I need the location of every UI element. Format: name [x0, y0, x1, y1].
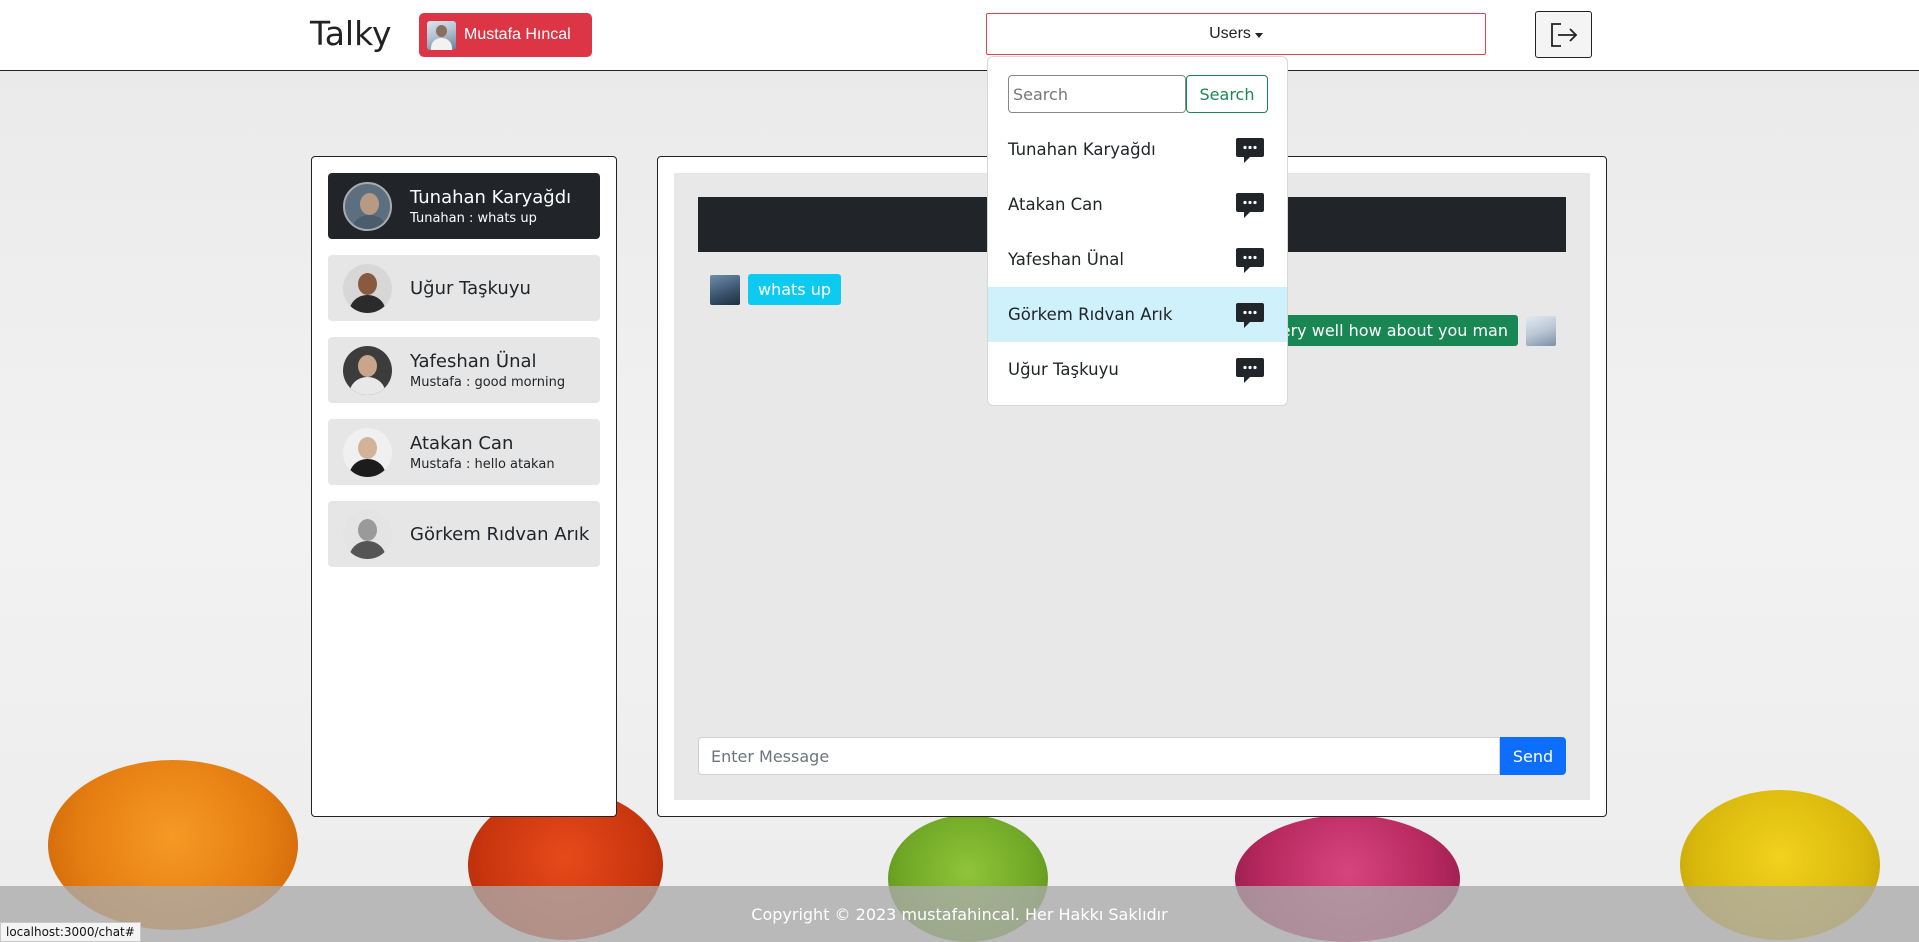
conversation-item-active[interactable]: Tunahan Karyağdı Tunahan : whats up: [328, 173, 600, 239]
user-item-name: Tunahan Karyağdı: [1008, 140, 1156, 159]
chat-bubble-icon[interactable]: [1235, 245, 1265, 275]
message-input[interactable]: [698, 737, 1500, 775]
user-item[interactable]: Tunahan Karyağdı: [988, 122, 1287, 177]
avatar: [343, 263, 392, 313]
user-item-name: Atakan Can: [1008, 195, 1103, 214]
user-item-name: Görkem Rıdvan Arık: [1008, 305, 1173, 324]
caret-down-icon: [1254, 32, 1263, 38]
conversation-last-message: Mustafa : hello atakan: [410, 456, 555, 472]
conversation-item[interactable]: Yafeshan Ünal Mustafa : good morning: [328, 337, 600, 403]
message-bubble: whats up: [748, 274, 842, 305]
user-item-highlighted[interactable]: Görkem Rıdvan Arık: [988, 287, 1287, 342]
users-toggle-label: Users: [1209, 25, 1251, 42]
footer: Copyright © 2023 mustafahincal. Her Hakk…: [0, 886, 1919, 942]
logout-icon: [1550, 22, 1577, 47]
conversation-last-message: Mustafa : good morning: [410, 374, 566, 390]
avatar: [343, 345, 392, 395]
chat-bubble-icon[interactable]: [1235, 300, 1265, 330]
conversation-name: Görkem Rıdvan Arık: [410, 523, 590, 545]
user-item-name: Yafeshan Ünal: [1008, 250, 1124, 269]
message-incoming: whats up: [710, 274, 842, 305]
logout-button[interactable]: [1535, 11, 1592, 58]
conversation-name: Atakan Can: [410, 432, 514, 454]
users-dropdown-toggle[interactable]: Users: [986, 13, 1486, 55]
footer-copyright: Copyright © 2023 mustafahincal. Her Hakk…: [751, 904, 1168, 924]
avatar: [343, 427, 392, 477]
message-bubble: ery well how about you man: [1270, 315, 1518, 346]
chat-bubble-icon[interactable]: [1235, 355, 1265, 385]
brand-logo[interactable]: Talky: [310, 14, 392, 53]
current-user-button[interactable]: Mustafa Hıncal: [419, 13, 592, 57]
user-search-button[interactable]: Search: [1186, 75, 1268, 113]
conversation-list: Tunahan Karyağdı Tunahan : whats up Uğur…: [311, 156, 617, 817]
user-item[interactable]: Atakan Can: [988, 177, 1287, 232]
conversation-item[interactable]: Atakan Can Mustafa : hello atakan: [328, 419, 600, 485]
conversation-name: Uğur Taşkuyu: [410, 277, 531, 299]
avatar: [710, 274, 740, 305]
chat-bubble-icon[interactable]: [1235, 135, 1265, 165]
send-button[interactable]: Send: [1500, 737, 1566, 775]
users-dropdown-menu: Search Tunahan Karyağdı Atakan Can Yafes…: [987, 56, 1288, 406]
conversation-name: Yafeshan Ünal: [410, 350, 537, 372]
browser-status-url: localhost:3000/chat#: [0, 922, 141, 942]
users-list: Tunahan Karyağdı Atakan Can Yafeshan Üna…: [988, 122, 1287, 397]
current-user-name: Mustafa Hıncal: [464, 26, 571, 43]
conversation-item[interactable]: Görkem Rıdvan Arık: [328, 501, 600, 567]
avatar: [343, 181, 392, 231]
avatar: [1526, 315, 1556, 346]
user-search-input[interactable]: [1008, 75, 1186, 113]
navbar: Talky Mustafa Hıncal Users: [0, 0, 1919, 71]
user-item[interactable]: Yafeshan Ünal: [988, 232, 1287, 287]
user-item[interactable]: Uğur Taşkuyu: [988, 342, 1287, 397]
conversation-name: Tunahan Karyağdı: [410, 186, 572, 208]
conversation-last-message: Tunahan : whats up: [410, 210, 537, 226]
conversation-item[interactable]: Uğur Taşkuyu: [328, 255, 600, 321]
message-outgoing: ery well how about you man: [1270, 315, 1556, 346]
user-item-name: Uğur Taşkuyu: [1008, 360, 1119, 379]
avatar: [343, 509, 392, 559]
user-avatar: [427, 20, 456, 50]
message-composer: Send: [698, 737, 1566, 775]
chat-bubble-icon[interactable]: [1235, 190, 1265, 220]
